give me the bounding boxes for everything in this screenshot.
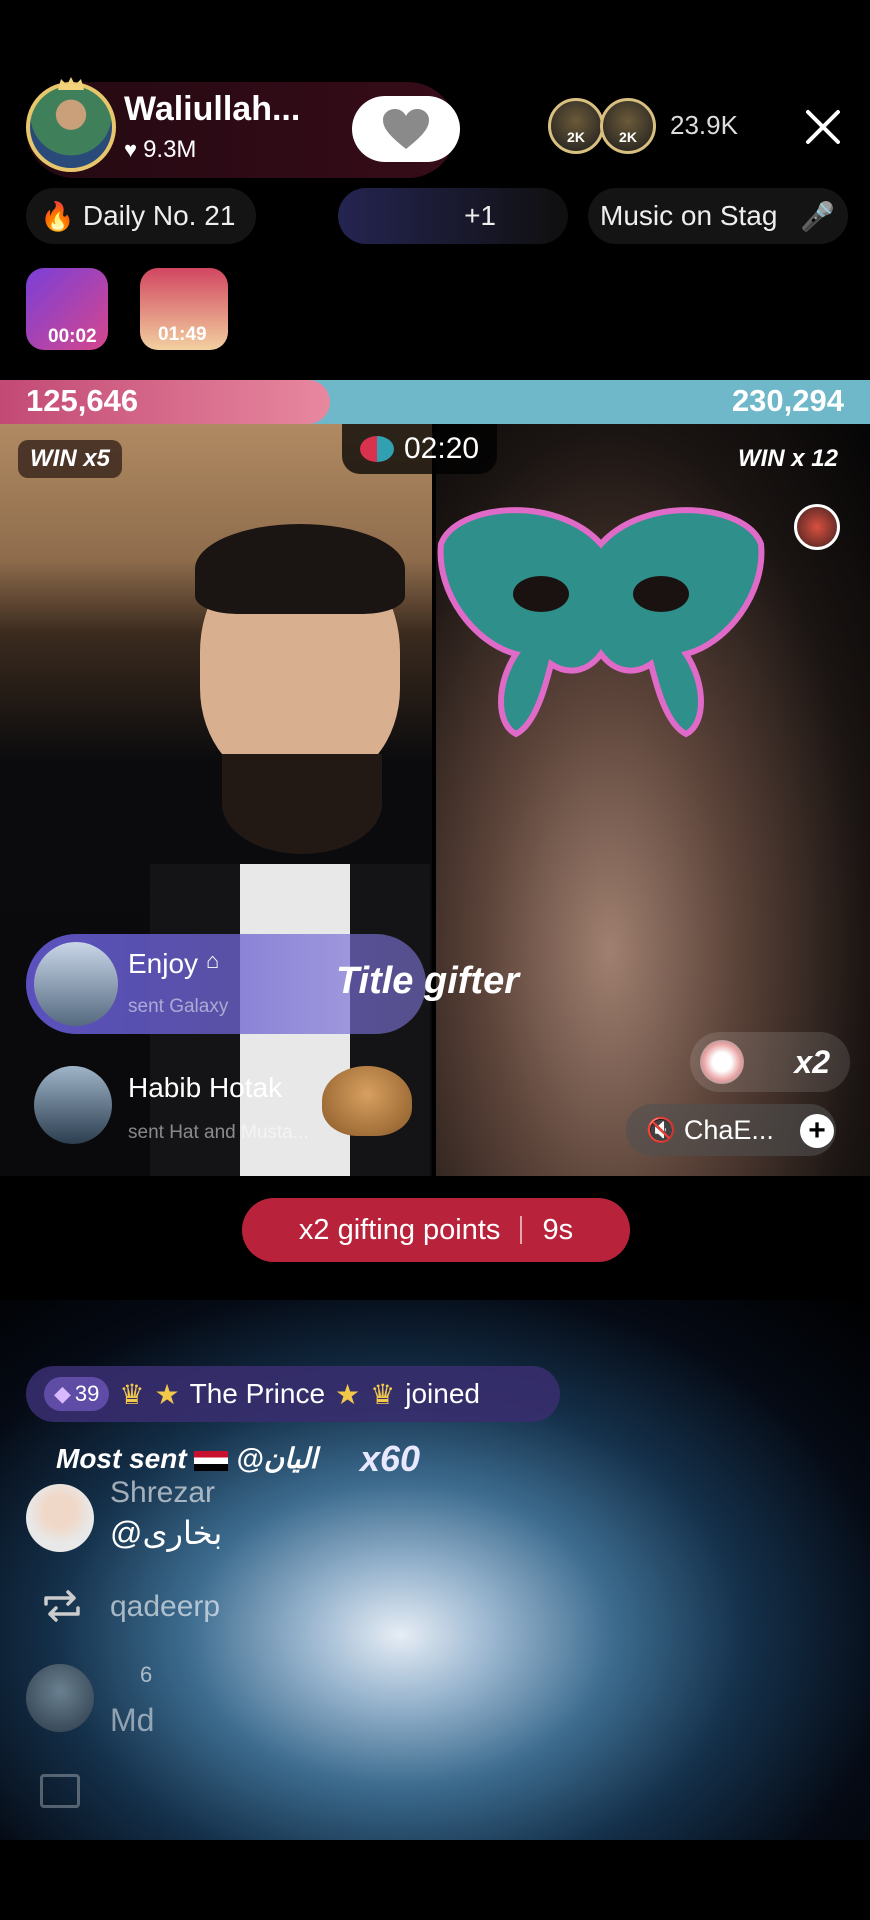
gifter-name: Enjoy: [128, 948, 199, 979]
star-icon: ★: [154, 1378, 180, 1410]
heart-icon: [383, 109, 429, 149]
chat-message: Md: [110, 1702, 155, 1738]
plus-one-label: +1: [464, 200, 496, 231]
crown-icon: ♛: [370, 1378, 396, 1410]
chat-username[interactable]: Shrezar: [110, 1476, 215, 1510]
join-action: joined: [405, 1378, 480, 1409]
title-gifter-label: Title gifter: [336, 960, 519, 1002]
crown-icon: ♛: [119, 1378, 145, 1410]
user-level-badge: ◆ 39: [44, 1377, 110, 1411]
battle-time-left: 02:20: [404, 432, 480, 465]
most-sent-count: x60: [360, 1438, 421, 1479]
most-sent-label: Most sent @اليان: [56, 1442, 317, 1475]
host-beard: [222, 754, 382, 854]
gifting-points-banner[interactable]: x2 gifting points 9s: [242, 1198, 630, 1262]
chat-avatar[interactable]: [26, 1484, 94, 1552]
timer-second-label: 01:49: [158, 324, 207, 345]
left-win-streak: WIN x5: [18, 440, 123, 478]
close-icon[interactable]: [798, 102, 848, 152]
daily-rank-chip[interactable]: 🔥 Daily No. 21: [26, 188, 256, 244]
chat-avatar[interactable]: [26, 1664, 94, 1732]
mic-icon: 🎤: [800, 200, 835, 232]
repost-icon: [38, 1586, 86, 1626]
battle-icon: [360, 436, 394, 462]
join-notification: ◆ 39 ♛ ★ The Prince ★ ♛ joined: [26, 1366, 560, 1422]
divider: [520, 1216, 523, 1244]
gifting-points-time: 9s: [542, 1213, 574, 1246]
host-hair: [195, 524, 405, 614]
chat-message: @بخاری: [110, 1515, 223, 1551]
viewer-badge: 2K: [619, 129, 637, 145]
daily-rank-label: Daily No. 21: [82, 200, 236, 231]
most-sent-user: @اليان: [236, 1443, 318, 1474]
gift-desc: sent Hat and Musta...: [128, 1122, 309, 1143]
muted-speaker-icon: 🔇: [646, 1116, 676, 1144]
chat-username[interactable]: qadeerp: [110, 1590, 220, 1624]
star-icon: ★: [335, 1378, 361, 1410]
host-avatar[interactable]: [26, 82, 116, 172]
flame-icon: 🔥: [40, 200, 75, 232]
hat-gift-icon: [322, 1066, 412, 1136]
host-name: Waliullah...: [124, 90, 301, 128]
joined-user-name: The Prince: [189, 1378, 326, 1409]
add-guest-button[interactable]: +: [800, 1114, 834, 1148]
right-team-score: 230,294: [731, 383, 844, 418]
plus-one-chip[interactable]: +1: [338, 188, 568, 244]
heart-icon: ♥: [124, 137, 138, 162]
right-win-streak: WIN x 12: [737, 445, 838, 472]
gifter-name-row: Enjoy ⌂: [128, 948, 219, 980]
gift-desc: sent Galaxy: [128, 996, 229, 1017]
timer-first-label: 00:02: [48, 326, 97, 347]
diamond-icon: ◆: [54, 1381, 71, 1406]
gifter-avatar: [34, 1066, 112, 1144]
treasure-timer[interactable]: 00:02: [26, 268, 108, 350]
gift-notification: Habib Hotak sent Hat and Musta...: [26, 1060, 446, 1150]
gifting-points-label: x2 gifting points: [298, 1213, 501, 1246]
chat-user-level: 6: [140, 1662, 153, 1687]
multiplier-badge: x2: [690, 1032, 850, 1092]
guest-avatar-small[interactable]: [794, 504, 840, 550]
multiplier-value: x2: [794, 1043, 830, 1080]
gift-box-icon[interactable]: [40, 1774, 80, 1808]
gifter-avatar: [34, 942, 118, 1026]
music-on-stage-chip[interactable]: Music on Stag 🎤: [588, 188, 848, 244]
gift-box-timer[interactable]: 01:49: [140, 268, 228, 350]
follow-button[interactable]: [352, 96, 460, 162]
host-likes: ♥ 9.3M: [124, 136, 196, 164]
flag-icon: [194, 1450, 229, 1471]
viewer-count[interactable]: 23.9K: [670, 110, 738, 141]
most-sent-text: Most sent: [56, 1443, 187, 1474]
crown-icon: [58, 77, 84, 90]
left-team-score: 125,646: [26, 383, 139, 418]
gifter-name: Habib Hotak: [128, 1072, 283, 1103]
host-likes-count: 9.3M: [143, 136, 197, 163]
guest-name: ChaE...: [683, 1114, 774, 1145]
gift-icon: [700, 1040, 744, 1084]
top-viewer-avatar[interactable]: 2K: [600, 98, 656, 154]
bottom-safe-area: [0, 1840, 870, 1920]
user-level: 39: [74, 1381, 100, 1406]
butterfly-mask: [437, 507, 765, 738]
viewer-badge: 2K: [567, 129, 585, 145]
battle-timer: 02:20: [342, 424, 498, 474]
music-label: Music on Stag: [600, 200, 778, 231]
house-icon: ⌂: [206, 948, 220, 973]
top-viewer-avatar[interactable]: 2K: [548, 98, 604, 154]
